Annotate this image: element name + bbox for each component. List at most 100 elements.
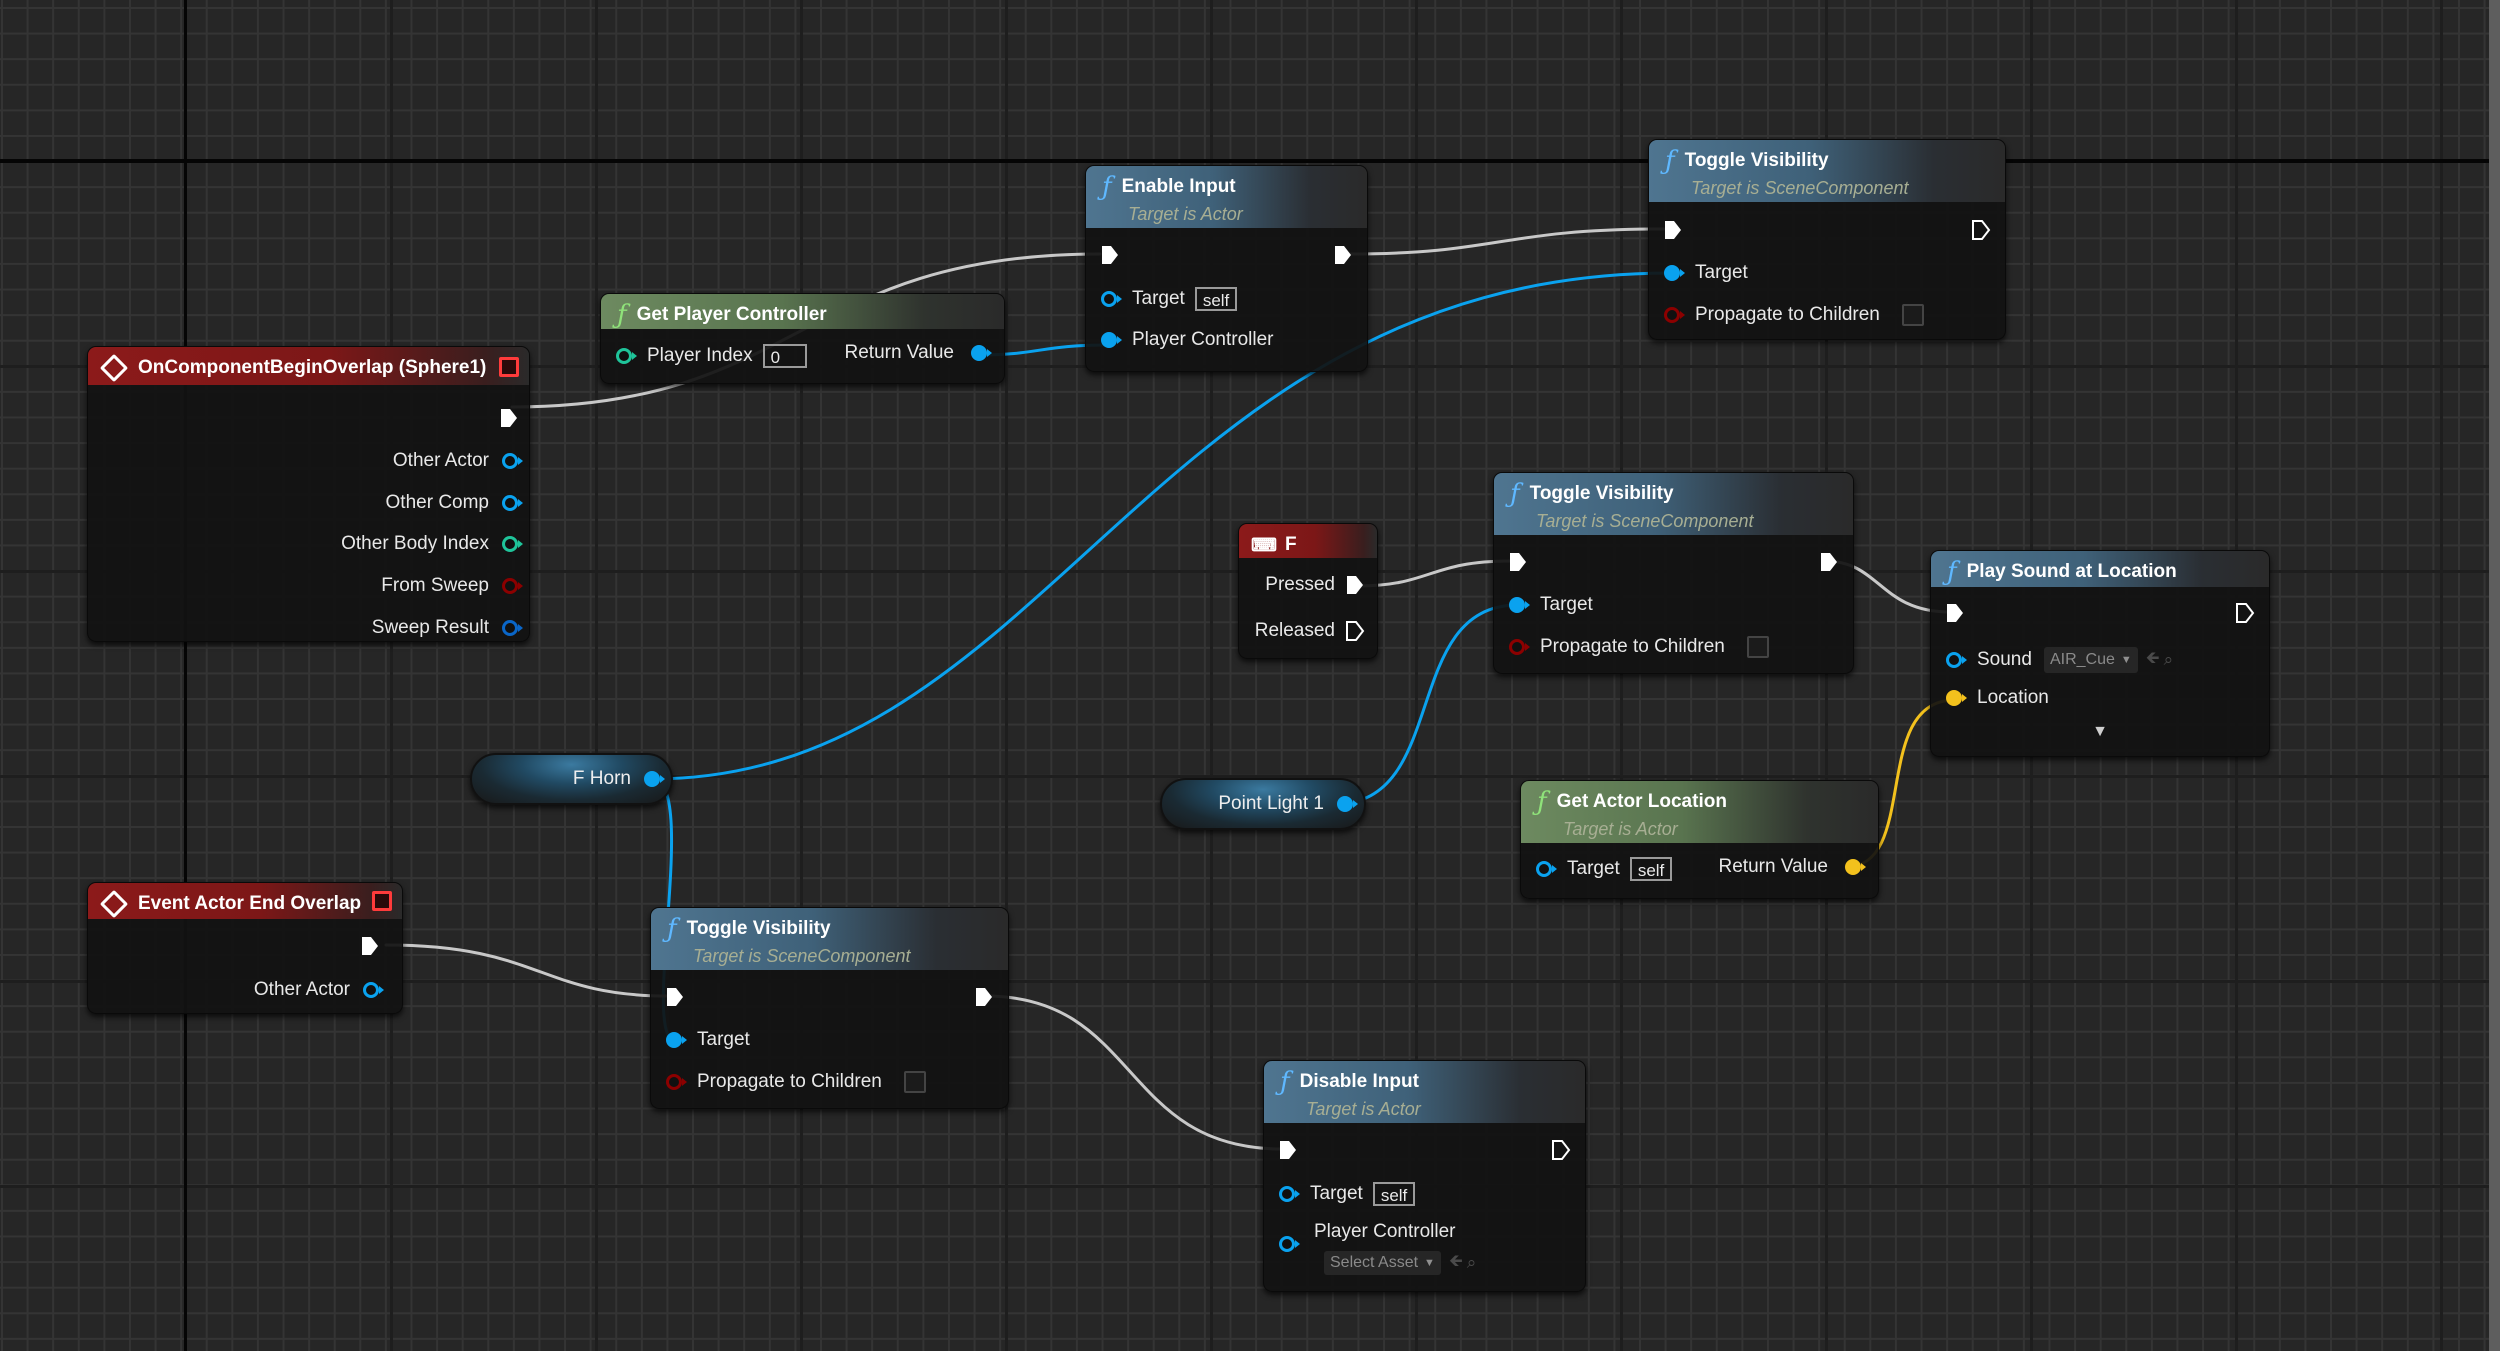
exec-in-pin[interactable] xyxy=(1100,244,1120,266)
pin-released[interactable]: Released xyxy=(1255,620,1365,642)
node-get-actor-location[interactable]: ƒ Get Actor Location Target is Actor Tar… xyxy=(1520,780,1879,899)
exec-in-icon xyxy=(665,986,685,1008)
exec-in-pin[interactable] xyxy=(1945,602,1965,624)
browse-search-icon[interactable]: ⌕ xyxy=(2164,650,2174,670)
delegate-pin-icon[interactable] xyxy=(372,891,392,911)
node-header: ƒ Toggle Visibility Target is SceneCompo… xyxy=(651,908,1008,970)
exec-in-pin[interactable] xyxy=(665,986,685,1008)
exec-in-pin[interactable] xyxy=(1663,219,1683,241)
exec-out-pin[interactable] xyxy=(499,407,519,429)
node-subtitle: Target is Actor xyxy=(1563,819,1678,839)
object-pin-icon xyxy=(501,493,523,513)
sound-asset-dropdown[interactable]: AIR_Cue ▼ xyxy=(2043,646,2138,673)
pin-pressed[interactable]: Pressed xyxy=(1265,574,1365,596)
pin-return-value[interactable]: Return Value xyxy=(1719,856,1866,878)
pin-label: Target xyxy=(1540,594,1593,615)
pin-from-sweep[interactable]: From Sweep xyxy=(381,575,523,597)
player-controller-asset-picker[interactable]: Select Asset ▼ 🡸 ⌕ xyxy=(1324,1248,1476,1277)
node-get-player-controller[interactable]: ƒ Get Player Controller Player Index 0 R… xyxy=(600,293,1005,384)
pin-location[interactable]: Location xyxy=(1945,687,2049,709)
expand-arrow-icon: ▼ xyxy=(2092,723,2108,740)
grid-origin-horizontal xyxy=(0,159,2489,163)
node-disable-input[interactable]: ƒ Disable Input Target is Actor Target s… xyxy=(1263,1060,1586,1292)
pin-label: Player Controller xyxy=(1314,1221,1456,1242)
delegate-pin-icon[interactable] xyxy=(499,357,519,377)
pin-label: Propagate to Children xyxy=(697,1071,882,1092)
exec-in-pin[interactable] xyxy=(1278,1139,1298,1161)
vertical-scrollbar[interactable] xyxy=(2489,0,2500,1351)
exec-out-pin[interactable] xyxy=(974,986,994,1008)
node-toggle-visibility-mid[interactable]: ƒ Toggle Visibility Target is SceneCompo… xyxy=(1493,472,1854,674)
grid-line xyxy=(2440,0,2443,1351)
exec-out-pin[interactable] xyxy=(1333,244,1353,266)
exec-out-pin[interactable] xyxy=(1551,1139,1571,1161)
node-enable-input[interactable]: ƒ Enable Input Target is Actor Target se… xyxy=(1085,165,1368,372)
pin-player-index[interactable]: Player Index 0 xyxy=(615,344,807,368)
exec-out-pin[interactable] xyxy=(1819,551,1839,573)
pin-other-actor[interactable]: Other Actor xyxy=(393,450,523,472)
node-toggle-visibility-bottom[interactable]: ƒ Toggle Visibility Target is SceneCompo… xyxy=(650,907,1009,1109)
target-self-value[interactable]: self xyxy=(1372,1182,1416,1206)
node-subtitle: Target is SceneComponent xyxy=(693,946,911,966)
propagate-checkbox[interactable] xyxy=(903,1071,926,1093)
chevron-down-icon: ▼ xyxy=(1424,1256,1435,1269)
pin-propagate-to-children[interactable]: Propagate to Children xyxy=(665,1071,926,1093)
pin-player-controller[interactable] xyxy=(1278,1234,1310,1254)
pin-target[interactable]: Target xyxy=(1508,594,1593,616)
browse-search-icon[interactable]: ⌕ xyxy=(1467,1253,1477,1273)
exec-in-icon xyxy=(1100,244,1120,266)
pin-propagate-to-children[interactable]: Propagate to Children xyxy=(1508,636,1769,658)
variable-node-f-horn[interactable]: F Horn xyxy=(470,753,673,805)
object-pin-icon[interactable] xyxy=(643,769,665,789)
object-pin-icon[interactable] xyxy=(1336,794,1358,814)
function-icon: ƒ xyxy=(1102,172,1112,202)
node-header: ƒ Get Player Controller xyxy=(601,294,1004,329)
advanced-display-toggle[interactable]: ▼ xyxy=(1931,723,2269,741)
object-pin-icon xyxy=(1945,650,1967,670)
pin-other-actor[interactable]: Other Actor xyxy=(254,979,384,1001)
pin-target[interactable]: Target self xyxy=(1278,1182,1416,1206)
propagate-checkbox[interactable] xyxy=(1901,304,1924,326)
exec-in-icon xyxy=(1663,219,1683,241)
exec-in-pin[interactable] xyxy=(1508,551,1528,573)
object-pin-icon xyxy=(1278,1184,1300,1204)
node-on-component-begin-overlap[interactable]: OnComponentBeginOverlap (Sphere1) Other … xyxy=(87,346,530,642)
node-title: Event Actor End Overlap xyxy=(138,893,362,914)
use-selected-arrow-icon[interactable]: 🡸 xyxy=(2146,645,2160,674)
pin-label: Return Value xyxy=(844,342,955,363)
target-self-value[interactable]: self xyxy=(1629,857,1673,881)
node-title: Toggle Visibility xyxy=(1529,483,1674,504)
pin-target[interactable]: Target xyxy=(1663,262,1748,284)
node-event-actor-end-overlap[interactable]: Event Actor End Overlap Other Actor xyxy=(87,882,403,1014)
variable-label: F Horn xyxy=(572,768,631,789)
pin-player-controller[interactable]: Player Controller xyxy=(1100,329,1274,351)
pin-return-value[interactable]: Return Value xyxy=(844,342,992,364)
pin-sound[interactable]: Sound AIR_Cue ▼ 🡸 ⌕ xyxy=(1945,645,2173,674)
pin-propagate-to-children[interactable]: Propagate to Children xyxy=(1663,304,1924,326)
node-play-sound-at-location[interactable]: ƒ Play Sound at Location Sound AIR_Cue ▼… xyxy=(1930,550,2270,757)
pin-label: Target xyxy=(1567,858,1620,879)
propagate-checkbox[interactable] xyxy=(1746,636,1769,658)
player-index-input[interactable]: 0 xyxy=(762,344,807,368)
vector-pin-icon xyxy=(1844,857,1866,877)
exec-out-pin[interactable] xyxy=(2235,602,2255,624)
pin-label: Sound xyxy=(1977,648,2032,670)
pin-other-comp[interactable]: Other Comp xyxy=(386,492,523,514)
exec-out-pin[interactable] xyxy=(360,935,380,957)
target-self-value[interactable]: self xyxy=(1194,287,1238,311)
exec-out-icon xyxy=(1333,244,1353,266)
exec-out-pin[interactable] xyxy=(1971,219,1991,241)
pin-target[interactable]: Target self xyxy=(1535,857,1673,881)
pin-sweep-result[interactable]: Sweep Result xyxy=(372,617,523,639)
node-key-f[interactable]: ⌨ F Pressed Released xyxy=(1238,523,1378,659)
pin-other-body-index[interactable]: Other Body Index xyxy=(341,533,523,555)
node-toggle-visibility-top[interactable]: ƒ Toggle Visibility Target is SceneCompo… xyxy=(1648,139,2006,340)
pin-target[interactable]: Target xyxy=(665,1029,750,1051)
pin-target[interactable]: Target self xyxy=(1100,287,1238,311)
node-header: ƒ Toggle Visibility Target is SceneCompo… xyxy=(1494,473,1853,535)
use-selected-arrow-icon[interactable]: 🡸 xyxy=(1449,1248,1463,1277)
object-pin-icon xyxy=(1508,595,1530,615)
variable-node-point-light-1[interactable]: Point Light 1 xyxy=(1160,778,1366,830)
pin-label: Target xyxy=(1132,288,1185,309)
select-asset-dropdown[interactable]: Select Asset ▼ xyxy=(1324,1250,1441,1275)
